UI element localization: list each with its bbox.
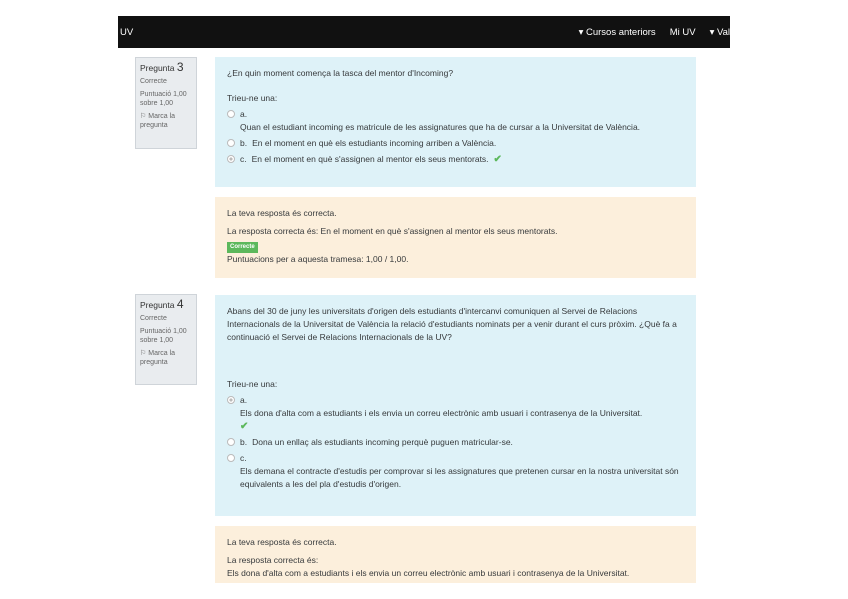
question-text: Abans del 30 de juny les universitats d'… — [227, 306, 677, 342]
radio-c[interactable] — [227, 155, 235, 163]
option-text: Els demana el contracte d'estudis per co… — [240, 466, 679, 489]
question-4-feedback: La teva resposta és correcta. La respost… — [215, 526, 696, 583]
flag-label: Marca la pregunta — [140, 350, 176, 366]
radio-a[interactable] — [227, 396, 235, 404]
option-letter: a. — [240, 109, 248, 119]
option-letter: a. — [240, 395, 248, 405]
option-a[interactable]: a. Els dona d'alta com a estudiants i els… — [227, 394, 684, 433]
question-state: Correcte — [140, 315, 167, 322]
question-3-content: ¿En quin moment comença la tasca del men… — [215, 57, 696, 187]
correct-answer: La resposta correcta és: En el moment en… — [227, 226, 558, 236]
question-4-content: Abans del 30 de juny les universitats d'… — [215, 295, 696, 516]
option-letter: b. — [240, 437, 248, 447]
nav-user-menu[interactable]: ▾ Val — [710, 27, 730, 38]
question-number: 3 — [176, 60, 184, 74]
feedback-result: La teva resposta és correcta. — [227, 208, 337, 218]
top-navbar: UV ▾ Cursos anteriors Mi UV ▾ Val — [118, 16, 730, 48]
radio-b[interactable] — [227, 139, 235, 147]
brand-link[interactable]: UV — [120, 27, 133, 38]
option-b[interactable]: b. En el moment en què els estudiants inc… — [227, 137, 684, 150]
radio-a[interactable] — [227, 110, 235, 118]
option-letter: c. — [240, 154, 247, 164]
option-c[interactable]: c. Els demana el contracte d'estudis per … — [227, 452, 684, 491]
flag-label: Marca la pregunta — [140, 113, 176, 129]
flag-icon: ⚐ — [140, 113, 147, 120]
check-icon: ✔ — [240, 421, 249, 432]
score: Puntuació 1,00 — [140, 91, 187, 98]
correct-answer: Els dona d'alta com a estudiants i els e… — [227, 568, 630, 578]
flag-question[interactable]: ⚐ Marca la pregunta — [140, 112, 192, 130]
question-state: Correcte — [140, 78, 167, 85]
option-letter: c. — [240, 453, 247, 463]
correct-answer-label: La resposta correcta és: — [227, 555, 319, 565]
nav-mi-uv[interactable]: Mi UV — [670, 27, 696, 38]
check-icon: ✔ — [493, 154, 502, 165]
option-a[interactable]: a. Quan el estudiant incoming es matricul… — [227, 108, 684, 134]
option-text: En el moment en què s'assignen al mentor… — [251, 154, 489, 164]
submission-score: Puntuacions per a aquesta tramesa: 1,00 … — [227, 254, 409, 264]
nav-previous-courses[interactable]: ▾ Cursos anteriors — [579, 27, 656, 38]
score: Puntuació 1,00 — [140, 328, 187, 335]
option-text: Quan el estudiant incoming es matricule … — [240, 122, 641, 132]
option-text: En el moment en què els estudiants incom… — [252, 138, 497, 148]
feedback-result: La teva resposta és correcta. — [227, 537, 337, 547]
radio-b[interactable] — [227, 438, 235, 446]
answer-prompt: Trieu-ne una: — [227, 93, 278, 103]
score-max: sobre 1,00 — [140, 337, 174, 344]
correct-badge: Correcte — [227, 242, 258, 253]
option-letter: b. — [240, 138, 248, 148]
option-text: Els dona d'alta com a estudiants i els e… — [240, 408, 643, 418]
question-3-info: Pregunta 3 Correcte Puntuació 1,00 sobre… — [135, 57, 197, 149]
answer-prompt: Trieu-ne una: — [227, 379, 278, 389]
score-max: sobre 1,00 — [140, 100, 174, 107]
question-number: 4 — [176, 297, 184, 311]
option-c[interactable]: c. En el moment en què s'assignen al ment… — [227, 153, 684, 166]
question-3-feedback: La teva resposta és correcta. La respost… — [215, 197, 696, 278]
question-label: Pregunta — [140, 63, 175, 73]
radio-c[interactable] — [227, 454, 235, 462]
option-b[interactable]: b. Dona un enllaç als estudiants incoming… — [227, 436, 684, 449]
question-text: ¿En quin moment comença la tasca del men… — [227, 68, 454, 78]
question-label: Pregunta — [140, 300, 175, 310]
option-text: Dona un enllaç als estudiants incoming p… — [252, 437, 513, 447]
flag-question[interactable]: ⚐ Marca la pregunta — [140, 349, 192, 367]
question-4-info: Pregunta 4 Correcte Puntuació 1,00 sobre… — [135, 294, 197, 385]
flag-icon: ⚐ — [140, 350, 147, 357]
